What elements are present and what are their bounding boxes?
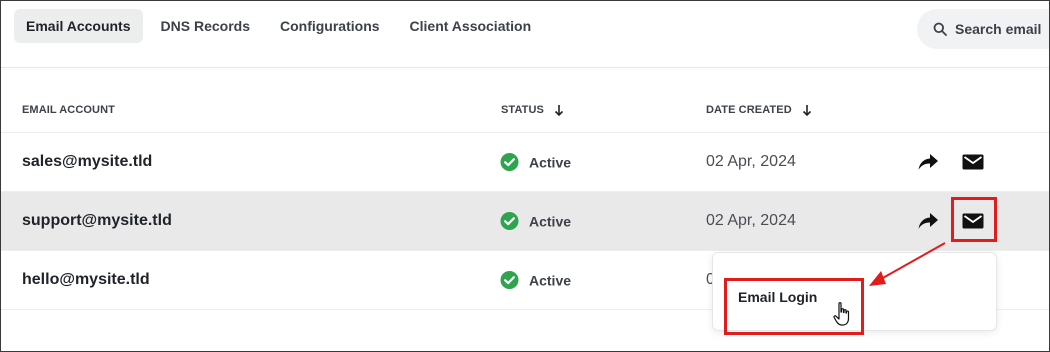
status-cell: Active — [500, 271, 571, 290]
tab-client-association[interactable]: Client Association — [398, 9, 544, 43]
tab-configurations[interactable]: Configurations — [268, 9, 392, 43]
column-header-date-label: DATE CREATED — [706, 104, 792, 116]
mail-icon[interactable] — [962, 154, 984, 170]
status-cell: Active — [500, 212, 571, 231]
tab-email-accounts[interactable]: Email Accounts — [14, 9, 143, 43]
app-frame: Email Accounts DNS Records Configuration… — [0, 0, 1050, 352]
hand-cursor-icon — [833, 302, 850, 326]
column-header-status-label: STATUS — [501, 104, 544, 116]
status-text: Active — [529, 213, 572, 229]
status-text: Active — [529, 154, 572, 170]
search-placeholder: Search email — [955, 21, 1042, 37]
column-header-email: EMAIL ACCOUNT — [22, 104, 115, 116]
mail-icon-highlight — [951, 197, 997, 242]
search-icon — [933, 22, 947, 36]
forward-icon[interactable] — [917, 212, 939, 230]
check-circle-icon — [500, 212, 519, 230]
email-account: sales@mysite.tld — [22, 153, 153, 170]
email-login-menu-item[interactable]: Email Login — [738, 289, 817, 305]
table-row: support@mysite.tld Active 02 Apr, 2024 — [1, 192, 1049, 251]
column-header-status[interactable]: STATUS — [501, 104, 564, 116]
status-text: Active — [529, 272, 572, 288]
date-created: 02 Apr, 2024 — [706, 212, 796, 229]
date-created: 02 Apr, 2024 — [706, 153, 796, 170]
tab-bar: Email Accounts DNS Records Configuration… — [14, 9, 549, 43]
header-divider — [1, 67, 1049, 68]
status-cell: Active — [500, 153, 571, 172]
check-circle-icon — [500, 271, 519, 289]
check-circle-icon — [500, 153, 519, 171]
forward-icon[interactable] — [917, 153, 939, 171]
column-header-date[interactable]: DATE CREATED — [706, 104, 812, 116]
email-account: hello@mysite.tld — [22, 271, 150, 288]
column-header-email-label: EMAIL ACCOUNT — [22, 104, 115, 116]
sort-arrow-down-icon[interactable] — [554, 104, 564, 116]
email-account: support@mysite.tld — [22, 212, 172, 229]
search-input[interactable]: Search email — [917, 9, 1049, 49]
sort-arrow-down-icon[interactable] — [802, 104, 812, 116]
tab-dns-records[interactable]: DNS Records — [149, 9, 262, 43]
table-row: sales@mysite.tld Active 02 Apr, 2024 — [1, 133, 1049, 192]
